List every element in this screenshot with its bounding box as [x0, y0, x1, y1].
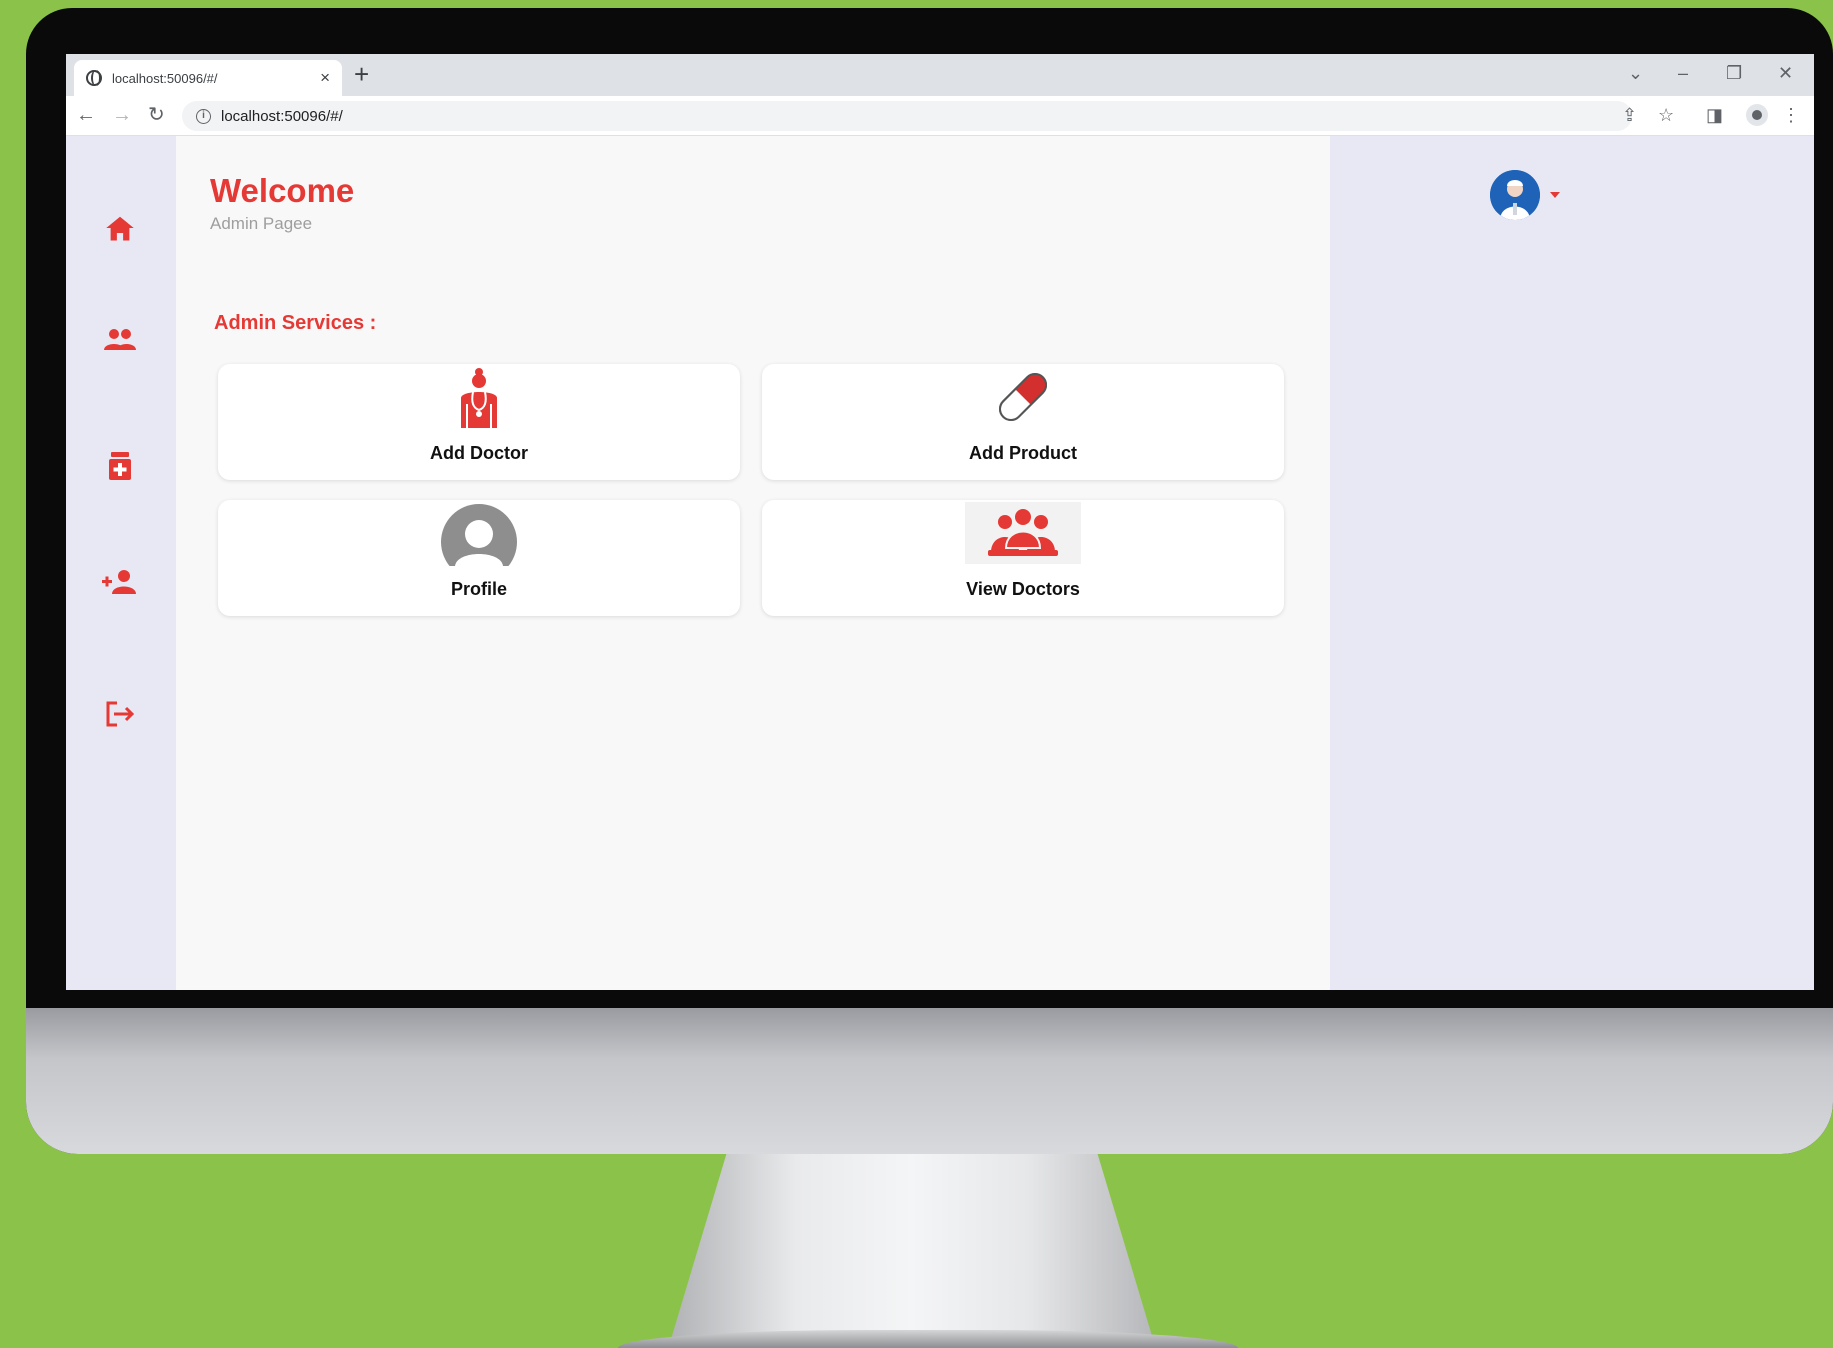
- side-panel-icon[interactable]: ◨: [1706, 103, 1723, 127]
- main-content: Welcome Admin Pagee Admin Services : Add…: [176, 136, 1330, 990]
- group-icon: [965, 502, 1081, 564]
- tab-strip: localhost:50096/#/ × + ⌄ – ❐ ✕: [66, 54, 1814, 96]
- page-title: Welcome: [210, 172, 355, 209]
- doctor-icon: [459, 368, 499, 433]
- site-info-icon[interactable]: i: [196, 108, 211, 124]
- admin-app: Welcome Admin Pagee Admin Services : Add…: [66, 136, 1814, 990]
- tab-search-icon[interactable]: ⌄: [1628, 60, 1643, 86]
- menu-dots-icon[interactable]: ⋮: [1782, 103, 1800, 127]
- restore-icon[interactable]: ❐: [1726, 60, 1742, 86]
- browser-tab[interactable]: localhost:50096/#/ ×: [74, 60, 342, 96]
- screen: localhost:50096/#/ × + ⌄ – ❐ ✕ ← → ↻ i l…: [66, 54, 1814, 990]
- profile-avatar-icon: [441, 504, 517, 580]
- share-icon[interactable]: ⇪: [1622, 103, 1637, 127]
- browser-profile-icon[interactable]: [1746, 104, 1768, 126]
- avatar-dropdown-icon[interactable]: [1550, 192, 1560, 198]
- close-window-icon[interactable]: ✕: [1778, 60, 1793, 86]
- user-avatar[interactable]: [1490, 170, 1540, 220]
- tab-close-icon[interactable]: ×: [320, 68, 330, 88]
- tab-title: localhost:50096/#/: [112, 70, 218, 86]
- medicine-icon[interactable]: [102, 448, 138, 484]
- add-doctor-label: Add Doctor: [430, 443, 528, 463]
- add-doctor-card[interactable]: Add Doctor: [218, 364, 740, 480]
- new-tab-button[interactable]: +: [354, 59, 369, 89]
- forward-icon[interactable]: →: [112, 102, 132, 128]
- people-icon[interactable]: [102, 322, 138, 358]
- logout-icon[interactable]: [102, 696, 138, 732]
- stage: localhost:50096/#/ × + ⌄ – ❐ ✕ ← → ↻ i l…: [0, 0, 1833, 1348]
- monitor-stand: [668, 1154, 1156, 1348]
- section-title: Admin Services :: [214, 312, 377, 334]
- add-person-icon[interactable]: [102, 564, 138, 600]
- monitor-chin: [26, 1008, 1833, 1154]
- profile-card[interactable]: Profile: [218, 500, 740, 616]
- view-doctors-label: View Doctors: [966, 579, 1080, 599]
- monitor: localhost:50096/#/ × + ⌄ – ❐ ✕ ← → ↻ i l…: [26, 8, 1833, 1154]
- capsule-icon: [992, 368, 1054, 431]
- profile-label: Profile: [450, 579, 507, 599]
- globe-icon: [86, 70, 102, 86]
- add-product-label: Add Product: [969, 443, 1077, 463]
- view-doctors-card[interactable]: View Doctors: [762, 500, 1284, 616]
- star-icon[interactable]: ☆: [1658, 103, 1674, 127]
- page-subtitle: Admin Pagee: [210, 214, 313, 233]
- reload-icon[interactable]: ↻: [148, 102, 165, 128]
- sidebar: [66, 136, 176, 990]
- minimize-icon[interactable]: –: [1678, 60, 1688, 86]
- url-text[interactable]: localhost:50096/#/: [221, 108, 343, 125]
- add-product-card[interactable]: Add Product: [762, 364, 1284, 480]
- right-panel: [1330, 136, 1814, 990]
- url-bar[interactable]: i localhost:50096/#/: [182, 101, 1632, 131]
- home-icon[interactable]: [102, 210, 138, 246]
- address-bar-row: ← → ↻ i localhost:50096/#/ ⇪ ☆ ◨ ⋮: [66, 96, 1814, 136]
- back-icon[interactable]: ←: [76, 102, 96, 128]
